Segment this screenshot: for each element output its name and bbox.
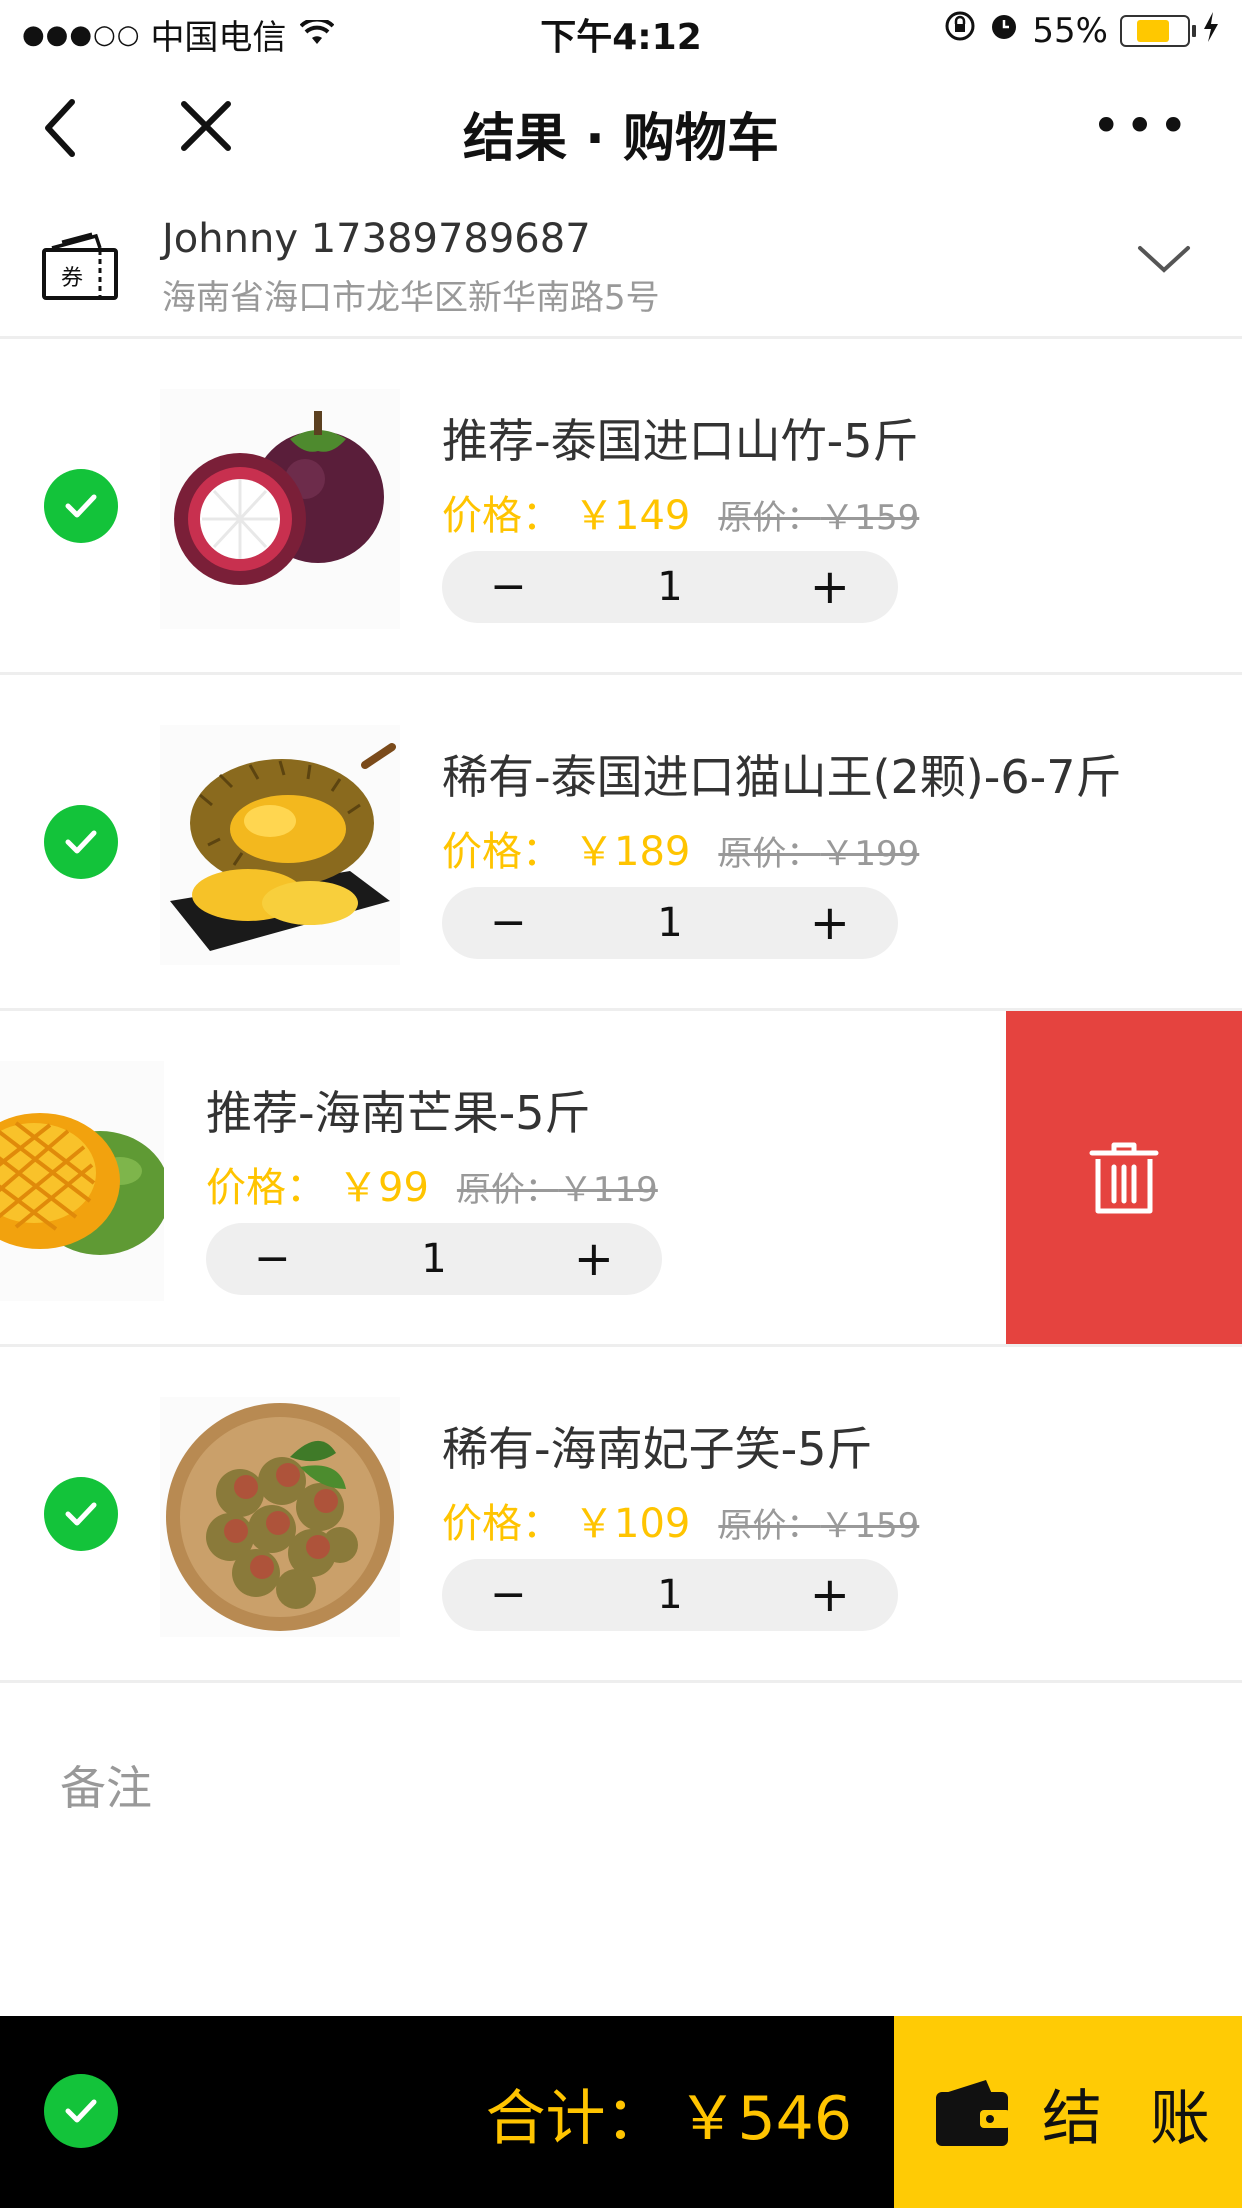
price-label: 价格：	[206, 1165, 326, 1211]
address-selector[interactable]: 券 Johnny 17389789687 海南省海口市龙华区新华南路5号	[0, 190, 1242, 339]
battery-percent: 55%	[1032, 10, 1108, 51]
item-name[interactable]: 稀有-泰国进口猫山王(2颗)-6-7斤	[442, 741, 1122, 807]
cart-item[interactable]: 推荐-海南芒果-5斤 价格： ￥99 原价：￥119 − 1 +	[0, 1011, 1242, 1347]
item-name[interactable]: 稀有-海南妃子笑-5斤	[442, 1413, 872, 1479]
item-checkbox[interactable]	[44, 1477, 118, 1551]
price-label: 价格：	[442, 1501, 562, 1547]
wallet-icon	[934, 2078, 1010, 2152]
status-bar: ●●●○○ 中国电信 下午4:12 55%	[0, 0, 1242, 60]
increase-button[interactable]: +	[574, 1223, 614, 1295]
orientation-lock-icon	[944, 10, 976, 51]
item-name[interactable]: 推荐-泰国进口山竹-5斤	[442, 405, 918, 471]
item-price-row: 价格： ￥109 原价：￥159	[442, 1491, 919, 1549]
item-price-row: 价格： ￥149 原价：￥159	[442, 483, 919, 541]
item-name[interactable]: 推荐-海南芒果-5斤	[206, 1077, 590, 1143]
durian-image[interactable]	[160, 725, 400, 965]
lychee-image[interactable]	[160, 1397, 400, 1637]
item-price: ￥149	[574, 493, 691, 539]
total-label: 合计：	[485, 2084, 666, 2154]
mangosteen-image[interactable]	[160, 389, 400, 629]
cart-item: 稀有-泰国进口猫山王(2颗)-6-7斤 价格： ￥189 原价：￥199 − 1 +	[0, 675, 1242, 1011]
quantity-stepper: − 1 +	[442, 1559, 898, 1631]
increase-button[interactable]: +	[810, 887, 850, 959]
cart-list: 推荐-泰国进口山竹-5斤 价格： ￥149 原价：￥159 − 1 + 稀有-泰…	[0, 339, 1242, 1683]
item-price: ￥189	[574, 829, 691, 875]
coupon-icon: 券	[40, 230, 120, 306]
original-price-label: 原价：	[718, 1506, 821, 1546]
quantity-stepper: − 1 +	[206, 1223, 662, 1295]
svg-text:券: 券	[61, 266, 83, 291]
quantity-stepper: − 1 +	[442, 887, 898, 959]
alarm-icon	[988, 10, 1020, 51]
cart-item: 稀有-海南妃子笑-5斤 价格： ￥109 原价：￥159 − 1 +	[0, 1347, 1242, 1683]
recipient-name-phone: Johnny 17389789687	[162, 216, 591, 262]
cart-item: 推荐-泰国进口山竹-5斤 价格： ￥149 原价：￥159 − 1 +	[0, 339, 1242, 675]
item-original-price: ￥159	[820, 1506, 920, 1546]
item-price: ￥99	[338, 1165, 429, 1211]
swiped-item-content[interactable]: 推荐-海南芒果-5斤 价格： ￥99 原价：￥119 − 1 +	[0, 1011, 1006, 1344]
mango-image[interactable]	[0, 1061, 170, 1301]
checkout-button[interactable]: 结账	[894, 2016, 1242, 2208]
battery-icon	[1120, 14, 1196, 47]
checkout-bar: 合计： ￥546 结账	[0, 2016, 1242, 2208]
item-original-price: ￥199	[820, 834, 920, 874]
checkout-label: 结账	[1042, 2084, 1242, 2154]
quantity-stepper: − 1 +	[442, 551, 898, 623]
increase-button[interactable]: +	[810, 551, 850, 623]
remark-input[interactable]: 备注	[60, 1752, 152, 1818]
item-price: ￥109	[574, 1501, 691, 1547]
chevron-down-icon[interactable]	[1136, 240, 1192, 280]
item-price-row: 价格： ￥99 原价：￥119	[206, 1155, 658, 1213]
page-title: 结果 · 购物车	[463, 109, 779, 169]
charging-icon	[1202, 11, 1220, 51]
recipient-address: 海南省海口市龙华区新华南路5号	[162, 278, 660, 318]
original-price-label: 原价：	[456, 1170, 559, 1210]
more-icon[interactable]: •••	[1092, 101, 1192, 151]
item-price-row: 价格： ￥189 原价：￥199	[442, 819, 919, 877]
original-price-label: 原价：	[718, 498, 821, 538]
total-amount: ￥546	[677, 2084, 852, 2154]
price-label: 价格：	[442, 493, 562, 539]
item-original-price: ￥119	[558, 1170, 658, 1210]
nav-bar: 结果 · 购物车 •••	[0, 60, 1242, 190]
select-all-checkbox[interactable]	[44, 2074, 118, 2148]
original-price-label: 原价：	[718, 834, 821, 874]
item-checkbox[interactable]	[44, 805, 118, 879]
increase-button[interactable]: +	[810, 1559, 850, 1631]
trash-icon	[1089, 1142, 1159, 1214]
delete-button[interactable]	[1006, 1011, 1242, 1344]
price-label: 价格：	[442, 829, 562, 875]
total-price: 合计： ￥546	[485, 2070, 852, 2157]
item-checkbox[interactable]	[44, 469, 118, 543]
item-original-price: ￥159	[820, 498, 920, 538]
